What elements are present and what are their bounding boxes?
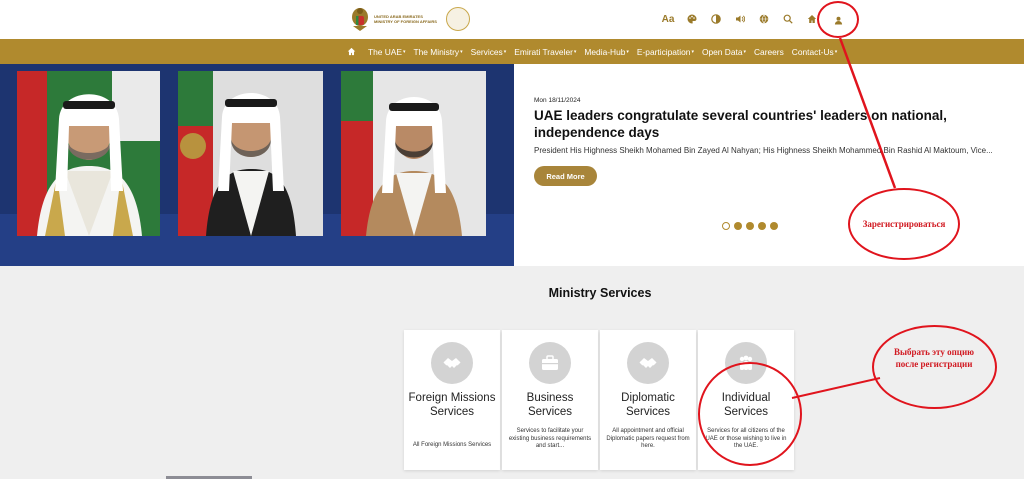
chevron-down-icon: ▾ <box>691 48 694 55</box>
nav-item-careers[interactable]: Careers <box>754 47 784 57</box>
nav-item-emirati-traveler[interactable]: Emirati Traveler ▾ <box>514 47 576 57</box>
contrast-icon[interactable] <box>705 12 727 26</box>
nav-label: Careers <box>754 46 784 57</box>
briefcase-icon <box>529 342 571 384</box>
slider-dot-5[interactable] <box>770 222 778 230</box>
nav-item-the-uae[interactable]: The UAE ▾ <box>368 47 406 57</box>
service-card-foreign-missions[interactable]: Foreign Missions Services All Foreign Mi… <box>404 330 500 470</box>
palette-icon[interactable] <box>681 12 703 26</box>
card-title: Foreign Missions Services <box>408 392 496 418</box>
nav-label: Contact-Us <box>791 46 834 57</box>
nav-label: The Ministry <box>413 46 460 57</box>
nav-label: Open Data <box>701 46 743 57</box>
news-headline[interactable]: UAE leaders congratulate several countri… <box>534 107 1014 141</box>
portrait-2 <box>178 71 323 236</box>
search-icon[interactable] <box>777 12 799 26</box>
chevron-down-icon: ▾ <box>626 48 629 55</box>
chevron-down-icon: ▾ <box>503 48 507 55</box>
nav-label: Services <box>470 46 503 57</box>
annotation-circle-individual <box>698 362 802 466</box>
portrait-1 <box>17 71 160 236</box>
nav-item-services[interactable]: Services ▾ <box>471 47 507 57</box>
nav-label: Media-Hub <box>584 46 626 57</box>
nav-label: E-participation <box>636 46 691 57</box>
handshake-icon <box>627 342 669 384</box>
nav-item-the-ministry[interactable]: The Ministry ▾ <box>414 47 463 57</box>
nav-label: Emirati Traveler <box>514 46 573 57</box>
slider-dot-4[interactable] <box>758 222 766 230</box>
nav-item-open-data[interactable]: Open Data ▾ <box>702 47 746 57</box>
rating-seal-icon <box>446 7 470 31</box>
annotation-circle-login <box>817 1 859 38</box>
card-description: Services to facilitate your existing bus… <box>508 428 592 449</box>
read-more-button[interactable]: Read More <box>534 166 597 186</box>
site-logo[interactable]: UNITED ARAB EMIRATES MINISTRY OF FOREIGN… <box>350 6 470 32</box>
annotation-register-text: Зарегистрироваться <box>862 219 946 229</box>
nav-item-e-participation[interactable]: E-participation ▾ <box>637 47 694 57</box>
ministry-services-section: Ministry Services Foreign Missions Servi… <box>0 266 1024 479</box>
services-title: Ministry Services <box>548 286 652 300</box>
top-bar: UNITED ARAB EMIRATES MINISTRY OF FOREIGN… <box>0 0 1024 39</box>
main-nav: The UAE ▾ The Ministry ▾ Services ▾ Emirati… <box>0 39 1024 64</box>
logo-line-2: MINISTRY OF FOREIGN AFFAIRS <box>374 19 437 24</box>
falcon-emblem-icon <box>350 6 370 32</box>
card-title: Business Services <box>526 392 574 418</box>
slider-dot-3[interactable] <box>746 222 754 230</box>
logo-text: UNITED ARAB EMIRATES MINISTRY OF FOREIGN… <box>374 14 444 24</box>
font-size-icon[interactable]: Aa <box>657 12 679 26</box>
slider-dots <box>722 222 782 230</box>
service-card-diplomatic[interactable]: Diplomatic Services All appointment and … <box>600 330 696 470</box>
globe-icon[interactable] <box>753 12 775 26</box>
chevron-down-icon: ▾ <box>402 48 406 55</box>
toolbar: Aa <box>657 12 825 26</box>
chevron-down-icon: ▾ <box>460 48 463 55</box>
service-card-business[interactable]: Business Services Services to facilitate… <box>502 330 598 470</box>
annotation-choose-text: Выбрать эту опцию после регистрации <box>893 347 975 369</box>
card-description: All appointment and official Diplomatic … <box>606 428 690 449</box>
chevron-down-icon: ▾ <box>573 48 577 55</box>
chevron-down-icon: ▾ <box>834 48 838 55</box>
nav-label: The UAE <box>368 46 402 57</box>
nav-items: The UAE ▾ The Ministry ▾ Services ▾ Emirati… <box>347 39 845 64</box>
nav-home-icon[interactable] <box>347 47 356 56</box>
handshake-icon <box>431 342 473 384</box>
card-description: All Foreign Missions Services <box>412 442 492 448</box>
news-date: Mon 18/11/2024 <box>534 97 581 104</box>
hero-image[interactable] <box>0 64 514 266</box>
portrait-3 <box>341 71 486 236</box>
nav-item-media-hub[interactable]: Media-Hub ▾ <box>584 47 628 57</box>
chevron-down-icon: ▾ <box>743 48 746 55</box>
page: UNITED ARAB EMIRATES MINISTRY OF FOREIGN… <box>0 0 1024 479</box>
font-size-glyph: Aa <box>661 13 675 25</box>
card-title: Diplomatic Services <box>621 392 675 418</box>
news-summary: President His Highness Sheikh Mohamed Bi… <box>534 146 993 155</box>
speaker-icon[interactable] <box>729 12 751 26</box>
slider-dot-2[interactable] <box>734 222 742 230</box>
slider-dot-1[interactable] <box>722 222 730 230</box>
nav-item-contact-us[interactable]: Contact-Us ▾ <box>792 47 837 57</box>
